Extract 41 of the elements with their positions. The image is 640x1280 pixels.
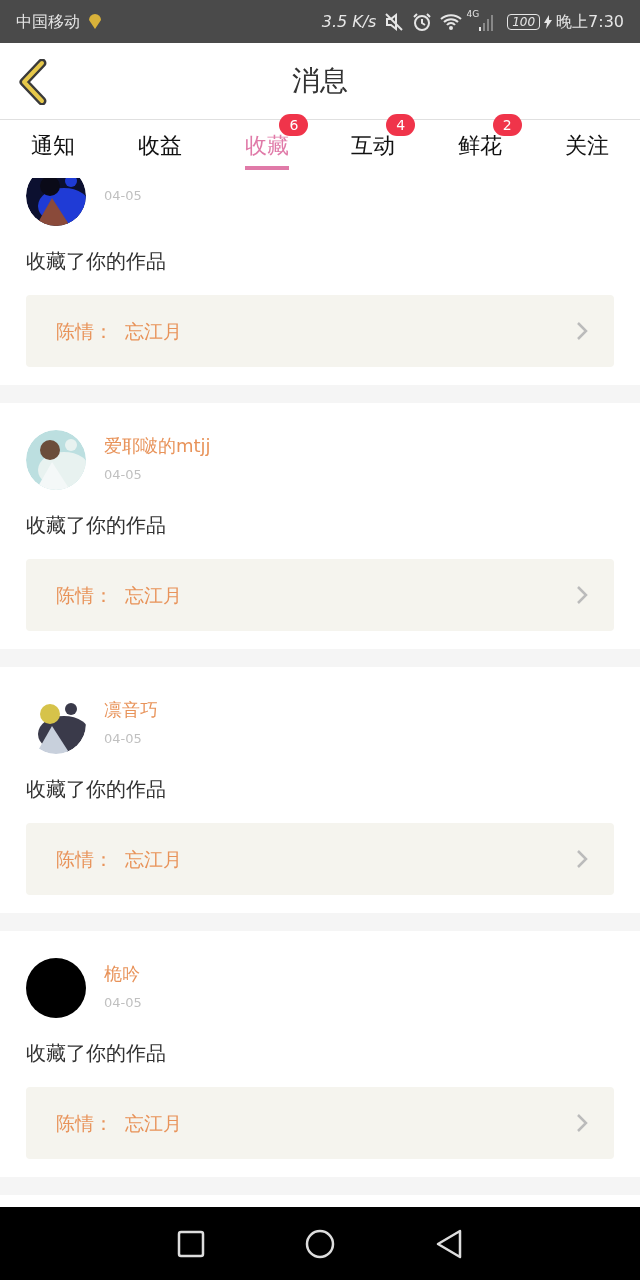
tab[interactable]: 关注 (564, 128, 609, 170)
charging-icon (544, 14, 553, 29)
wifi-icon (440, 12, 463, 31)
tab[interactable]: 通知 (31, 128, 76, 170)
network-speed: 3.5 K/s (321, 10, 377, 33)
battery-level: 100 (507, 13, 541, 30)
location-icon (88, 13, 102, 30)
work-link[interactable]: 陈情： 忘江月 (26, 559, 614, 631)
mute-icon (384, 11, 405, 32)
message-date: 04-05 (104, 994, 142, 1013)
chevron-right-icon (576, 585, 588, 605)
chevron-right-icon (576, 849, 588, 869)
network-type: 4G (466, 8, 480, 21)
carrier-name: 中国移动 (16, 10, 80, 33)
message-text: 收藏了你的作品 (26, 1040, 166, 1067)
message-date: 04-05 (104, 730, 143, 749)
page-title: 消息 (292, 63, 348, 99)
message-date: 04-05 (104, 466, 143, 485)
clock: 晚上7:30 (556, 10, 624, 33)
message-text: 收藏了你的作品 (26, 776, 166, 803)
user-name[interactable]: 爱耶啵的mtjj (104, 435, 211, 458)
home-icon[interactable] (305, 1228, 335, 1259)
chevron-right-icon (576, 1113, 588, 1133)
count-badge: 4 (386, 114, 416, 136)
message-text: 收藏了你的作品 (26, 512, 166, 539)
count-badge: 6 (279, 114, 309, 136)
work-link[interactable]: 陈情： 忘江月 (26, 295, 614, 367)
tab[interactable]: 收益 (138, 128, 182, 170)
message-date: 04-05 (104, 187, 142, 206)
signal-icon (479, 12, 496, 31)
count-badge: 2 (492, 114, 522, 136)
chevron-right-icon (576, 321, 588, 341)
work-link[interactable]: 陈情： 忘江月 (26, 1087, 614, 1159)
message-text: 收藏了你的作品 (26, 248, 166, 275)
avatar[interactable] (26, 958, 86, 1018)
user-name[interactable]: 桅吟 (104, 963, 142, 986)
alarm-icon (412, 11, 433, 32)
recents-icon[interactable] (177, 1229, 205, 1258)
work-link[interactable]: 陈情： 忘江月 (26, 823, 614, 895)
back-icon[interactable] (18, 59, 48, 105)
user-name[interactable]: 凛音巧 (104, 699, 158, 722)
